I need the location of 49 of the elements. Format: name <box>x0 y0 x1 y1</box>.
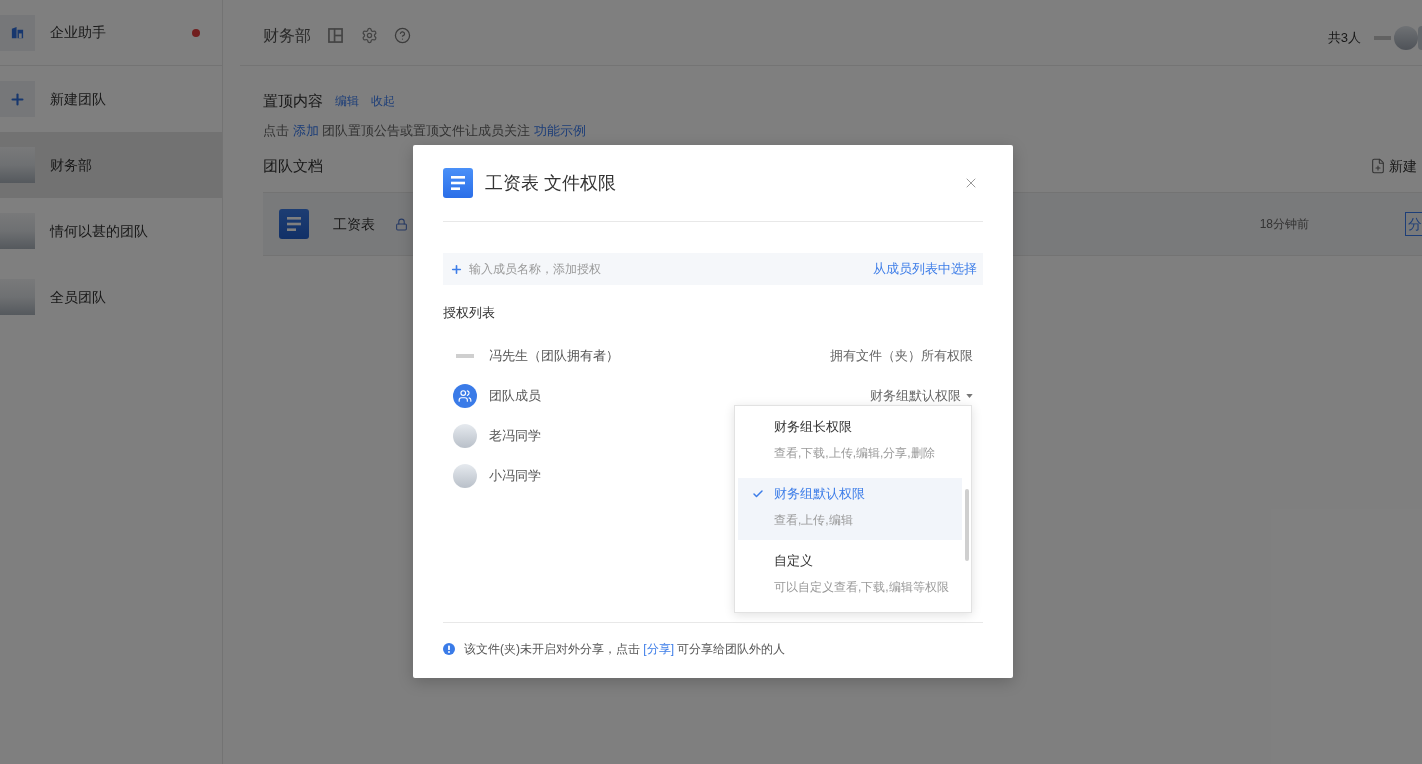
action-link[interactable]: 收起 <box>371 92 395 110</box>
layout-icon[interactable] <box>328 28 343 43</box>
scrollbar-thumb[interactable] <box>965 489 969 561</box>
permission-option[interactable]: 财务组默认权限 查看,上传,编辑 <box>738 478 962 540</box>
info-icon <box>443 643 455 655</box>
file-name: 工资表 <box>333 214 375 234</box>
inline-link[interactable]: 功能示例 <box>533 123 586 138</box>
file-time: 18分钟前 <box>1259 216 1309 233</box>
plus-icon <box>0 81 35 117</box>
permission-dropdown[interactable]: 财务组默认权限 <box>870 386 973 406</box>
share-button[interactable]: 分 <box>1405 212 1422 236</box>
section-title: 团队文档 <box>263 155 323 176</box>
group-icon <box>453 384 477 408</box>
list-title: 授权列表 <box>443 304 495 322</box>
help-icon[interactable] <box>394 27 411 44</box>
avatar <box>453 464 477 488</box>
member-name: 小冯同学 <box>489 467 541 486</box>
file-plus-icon <box>1370 158 1386 174</box>
photo-placeholder <box>0 147 35 183</box>
action-link[interactable]: 编辑 <box>335 92 359 110</box>
dialog-title: 工资表 文件权限 <box>485 171 616 195</box>
document-icon <box>279 209 309 239</box>
pick-from-list-link[interactable]: 从成员列表中选择 <box>873 259 977 279</box>
member-count: 共3人 <box>1327 28 1361 47</box>
photo-placeholder <box>0 279 35 315</box>
member-search-field[interactable]: 输入成员名称，添加授权 从成员列表中选择 <box>443 253 983 285</box>
building-icon <box>0 14 35 51</box>
photo-placeholder <box>0 213 35 249</box>
plus-icon <box>450 262 463 276</box>
avatar <box>453 424 477 448</box>
avatar[interactable] <box>1394 25 1418 50</box>
caret-icon <box>966 394 973 398</box>
settings-icon[interactable] <box>361 27 378 44</box>
inline-link[interactable]: 添加 <box>292 123 319 138</box>
inline-link[interactable]: [分享] <box>643 642 674 656</box>
permission-text: 拥有文件（夹）所有权限 <box>830 347 973 366</box>
share-notice: 该文件(夹)未开启对外分享，点击 [分享] 可分享给团队外的人 <box>464 641 786 658</box>
team-title: 财务部 <box>263 25 311 46</box>
photo-placeholder <box>456 354 474 358</box>
member-name: 冯先生（团队拥有者） <box>489 347 619 366</box>
document-icon <box>443 168 473 198</box>
check-icon <box>752 488 764 500</box>
sidebar-item[interactable]: 财务部 <box>0 132 222 198</box>
pinned-hint: 点击 添加 团队置顶公告或置顶文件让成员关注 功能示例 <box>263 122 586 140</box>
member-name: 团队成员 <box>489 387 541 406</box>
section-title: 置顶内容 <box>263 90 323 111</box>
photo-placeholder <box>1374 35 1391 40</box>
new-button[interactable]: 新建 <box>1370 155 1417 177</box>
member-name: 老冯同学 <box>489 427 541 446</box>
